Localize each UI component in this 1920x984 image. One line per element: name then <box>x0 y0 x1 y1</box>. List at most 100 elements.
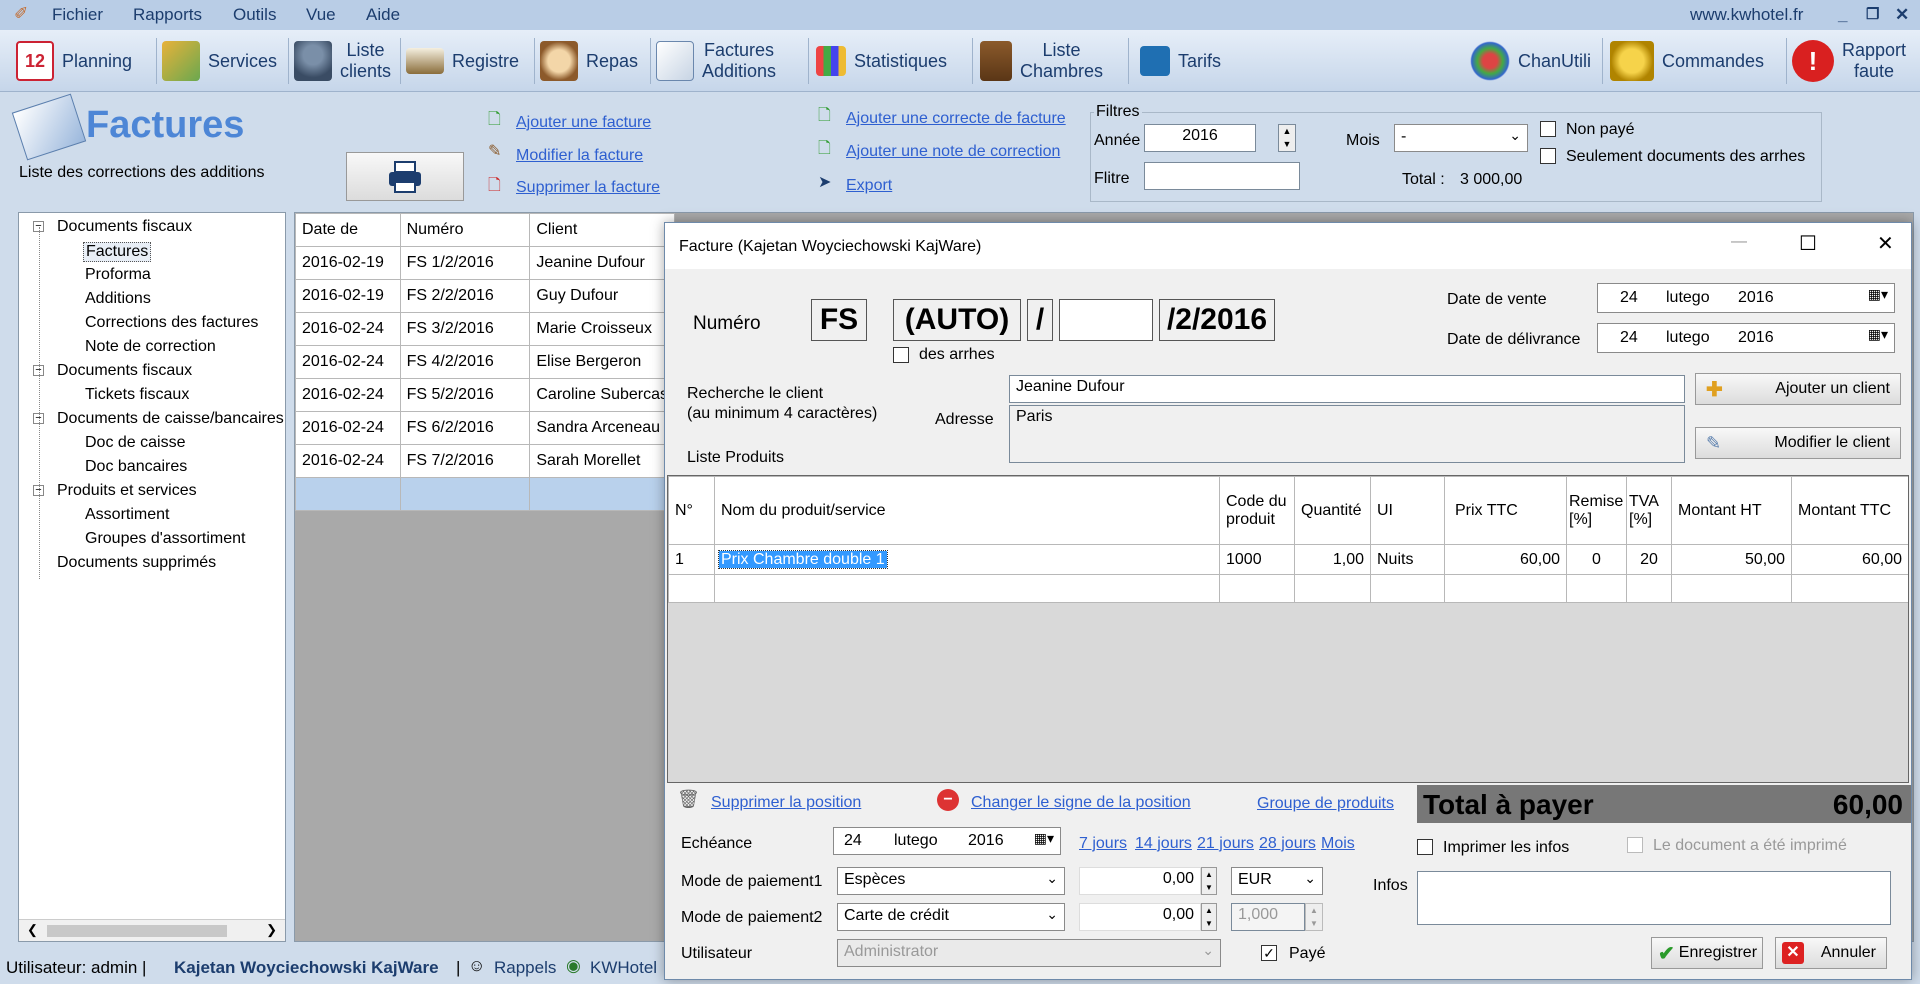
groupe-produits-link[interactable]: Groupe de produits <box>1257 795 1394 813</box>
factures-additions-button[interactable]: Factures Additions <box>656 34 776 88</box>
tree-item-caisse-bancaires[interactable]: Documents de caisse/bancaires <box>57 410 284 428</box>
date-vente-picker[interactable]: 24 lutego 2016 ▦▾ <box>1597 283 1895 313</box>
annuler-button[interactable]: ✕ Annuler <box>1775 937 1887 969</box>
dialog-close-icon[interactable]: ✕ <box>1877 231 1894 256</box>
seulement-arrhes-checkbox[interactable] <box>1540 148 1556 164</box>
website-link[interactable]: www.kwhotel.fr <box>1690 5 1803 25</box>
mode1-select[interactable]: Espèces ⌄ <box>837 867 1065 895</box>
close-icon[interactable]: ✕ <box>1895 5 1909 25</box>
supprimer-position-link[interactable]: Supprimer la position <box>711 794 861 812</box>
tree-collapse-icon[interactable]: − <box>33 413 44 424</box>
scroll-thumb[interactable] <box>47 925 227 937</box>
calendar-dropdown-icon[interactable]: ▦▾ <box>1868 326 1888 343</box>
enregistrer-button[interactable]: ✔ Enregistrer <box>1651 937 1763 969</box>
calendar-dropdown-icon[interactable]: ▦▾ <box>1034 830 1054 847</box>
currency-select[interactable]: EUR ⌄ <box>1231 867 1323 895</box>
tree-hscrollbar[interactable]: ❮ ❯ <box>19 919 285 941</box>
col-tva[interactable]: TVA [%] <box>1626 476 1672 545</box>
tree-item-documents-fiscaux[interactable]: Documents fiscaux <box>57 218 192 236</box>
scroll-right-icon[interactable]: ❯ <box>266 922 277 938</box>
menu-rapports[interactable]: Rapports <box>133 5 202 25</box>
tree-collapse-icon[interactable]: − <box>33 221 44 232</box>
col-nom[interactable]: Nom du produit/service <box>714 476 1220 545</box>
annee-stepper[interactable]: ▲ ▼ <box>1278 124 1296 152</box>
calendar-dropdown-icon[interactable]: ▦▾ <box>1868 286 1888 303</box>
menu-fichier[interactable]: Fichier <box>52 5 103 25</box>
ajouter-client-button[interactable]: ✚ Ajouter un client <box>1695 373 1901 405</box>
tree-item-corrections[interactable]: Corrections des factures <box>85 314 258 332</box>
menu-outils[interactable]: Outils <box>233 5 276 25</box>
annee-spinner[interactable]: 2016 <box>1144 124 1256 152</box>
tree-item-groupes-assortiment[interactable]: Groupes d'assortiment <box>85 530 245 548</box>
quick-7-jours[interactable]: 7 jours <box>1079 835 1127 853</box>
tarifs-button[interactable]: Tarifs <box>1140 34 1221 88</box>
rapport-faute-button[interactable]: ! Rapport faute <box>1792 34 1906 88</box>
client-search-input[interactable]: Jeanine Dufour <box>1009 375 1685 403</box>
status-rappels[interactable]: Rappels <box>494 958 556 978</box>
tree-item-doc-caisse[interactable]: Doc de caisse <box>85 434 186 452</box>
col-remise[interactable]: Remise [%] <box>1566 476 1627 545</box>
infos-textarea[interactable] <box>1417 871 1891 925</box>
paye-checkbox[interactable]: ✓ <box>1261 945 1277 961</box>
col-montant-ht[interactable]: Montant HT <box>1671 476 1792 545</box>
liste-chambres-button[interactable]: Liste Chambres <box>980 34 1103 88</box>
tree-item-documents-supprimes[interactable]: Documents supprimés <box>57 554 216 572</box>
changer-signe-link[interactable]: Changer le signe de la position <box>971 794 1191 812</box>
chanutili-button[interactable]: ChanUtili <box>1470 34 1591 88</box>
menu-aide[interactable]: Aide <box>366 5 400 25</box>
col-client[interactable]: Client <box>529 213 675 247</box>
echeance-picker[interactable]: 24 lutego 2016 ▦▾ <box>833 827 1061 855</box>
registre-button[interactable]: Registre <box>406 34 519 88</box>
scroll-left-icon[interactable]: ❮ <box>27 922 38 938</box>
ajouter-facture-link[interactable]: Ajouter une facture <box>516 114 651 132</box>
repas-button[interactable]: Repas <box>540 34 638 88</box>
modifier-facture-link[interactable]: Modifier la facture <box>516 147 643 165</box>
table-row[interactable]: 2016-02-24 FS 3/2/2016 Marie Croisseux <box>295 312 675 346</box>
col-quantite[interactable]: Quantité <box>1294 476 1371 545</box>
tree-item-additions[interactable]: Additions <box>85 290 151 308</box>
tree-collapse-icon[interactable]: − <box>33 485 44 496</box>
mois-select[interactable]: - ⌄ <box>1394 124 1528 152</box>
col-no[interactable]: N° <box>668 476 715 545</box>
mode2-select[interactable]: Carte de crédit ⌄ <box>837 903 1065 931</box>
services-button[interactable]: Services <box>162 34 277 88</box>
table-row[interactable]: 2016-02-19 FS 1/2/2016 Jeanine Dufour <box>295 246 675 280</box>
tree-item-tickets-fiscaux[interactable]: Tickets fiscaux <box>85 386 189 404</box>
date-delivrance-picker[interactable]: 24 lutego 2016 ▦▾ <box>1597 323 1895 353</box>
minimize-icon[interactable]: _ <box>1838 5 1847 25</box>
mode2-amount[interactable]: 0,00 <box>1079 903 1201 931</box>
planning-button[interactable]: 12 Planning <box>16 34 132 88</box>
supprimer-facture-link[interactable]: Supprimer la facture <box>516 179 660 197</box>
col-date[interactable]: Date de <box>295 213 401 247</box>
filtre-input[interactable] <box>1144 162 1300 190</box>
tree-item-doc-bancaires[interactable]: Doc bancaires <box>85 458 187 476</box>
tree-item-factures[interactable]: Factures <box>83 242 152 262</box>
col-code[interactable]: Code du produit <box>1219 476 1295 545</box>
des-arrhes-checkbox[interactable] <box>893 347 909 363</box>
imprimer-infos-checkbox[interactable] <box>1417 839 1433 855</box>
table-row[interactable]: 2016-02-24 FS 4/2/2016 Elise Bergeron <box>295 345 675 379</box>
restore-icon[interactable]: ❐ <box>1866 5 1879 23</box>
print-button[interactable] <box>346 152 464 201</box>
numero-prefix[interactable]: FS <box>811 299 867 341</box>
statistiques-button[interactable]: Statistiques <box>816 34 947 88</box>
tree-item-proforma[interactable]: Proforma <box>85 266 151 284</box>
col-ui[interactable]: UI <box>1370 476 1445 545</box>
table-row-new[interactable] <box>295 477 675 511</box>
tree-item-assortiment[interactable]: Assortiment <box>85 506 169 524</box>
tree-collapse-icon[interactable]: − <box>33 365 44 376</box>
table-row[interactable]: 2016-02-24 FS 7/2/2016 Sarah Morellet <box>295 444 675 478</box>
col-prix-ttc[interactable]: Prix TTC <box>1444 476 1567 545</box>
dialog-minimize-icon[interactable]: — <box>1731 233 1747 251</box>
quick-14-jours[interactable]: 14 jours <box>1135 835 1192 853</box>
tree-item-note-correction[interactable]: Note de correction <box>85 338 216 356</box>
mode1-amount[interactable]: 0,00 <box>1079 867 1201 895</box>
quick-21-jours[interactable]: 21 jours <box>1197 835 1254 853</box>
liste-clients-button[interactable]: Liste clients <box>294 34 391 88</box>
table-row[interactable]: 2016-02-19 FS 2/2/2016 Guy Dufour <box>295 279 675 313</box>
export-link[interactable]: Export <box>846 177 892 195</box>
product-row[interactable]: 1 Prix Chambre double 1 1000 1,00 Nuits … <box>668 544 1908 575</box>
col-montant-ttc[interactable]: Montant TTC <box>1791 476 1908 545</box>
mode1-stepper[interactable]: ▲ ▼ <box>1201 867 1217 895</box>
numero-input[interactable] <box>1059 299 1153 341</box>
